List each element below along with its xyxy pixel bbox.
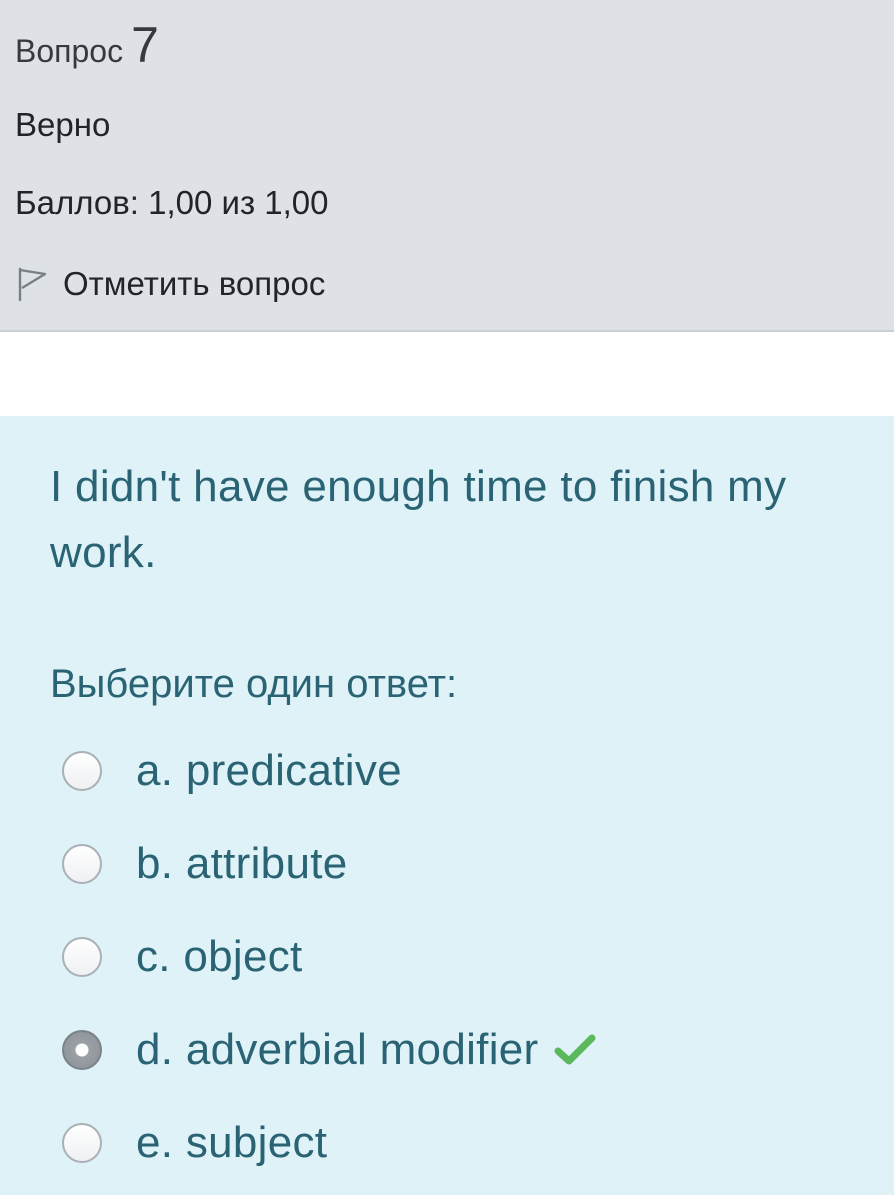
question-number: Вопрос 7	[15, 16, 159, 74]
answer-label: e. subject	[136, 1117, 328, 1167]
question-text: I didn't have enough time to finish my w…	[50, 462, 787, 577]
question-state: Верно	[15, 106, 111, 143]
radio-button[interactable]	[62, 936, 102, 977]
answer-label: b. attribute	[136, 838, 348, 888]
radio-button[interactable]	[62, 750, 102, 791]
answer-label: c. object	[136, 931, 303, 981]
question-info-panel: Вопрос 7 Верно Баллов: 1,00 из 1,00 Отмет…	[0, 0, 894, 332]
answer-label: d. adverbial modifier	[136, 1024, 539, 1074]
answer-label: a. predicative	[136, 745, 402, 795]
flag-question-button[interactable]: Отметить вопрос	[15, 262, 325, 306]
answer-prompt: Выберите один ответ:	[50, 662, 458, 706]
question-number-value: 7	[131, 17, 159, 73]
checkmark-icon	[553, 1032, 597, 1068]
answer-list: a. predicative b. attribute c. object d.…	[62, 724, 862, 1189]
question-content: I didn't have enough time to finish my w…	[0, 416, 894, 1195]
answer-option-d[interactable]: d. adverbial modifier	[62, 1003, 862, 1096]
flag-question-label: Отметить вопрос	[63, 265, 326, 302]
question-grade: Баллов: 1,00 из 1,00	[15, 184, 329, 221]
answer-option-e[interactable]: e. subject	[62, 1096, 862, 1189]
answer-option-c[interactable]: c. object	[62, 910, 862, 1003]
radio-button[interactable]	[62, 1122, 102, 1163]
radio-button[interactable]	[62, 843, 102, 884]
answer-option-a[interactable]: a. predicative	[62, 724, 862, 817]
flag-icon	[15, 265, 49, 303]
question-label: Вопрос	[15, 33, 124, 69]
answer-option-b[interactable]: b. attribute	[62, 817, 862, 910]
radio-button-selected[interactable]	[62, 1029, 102, 1070]
